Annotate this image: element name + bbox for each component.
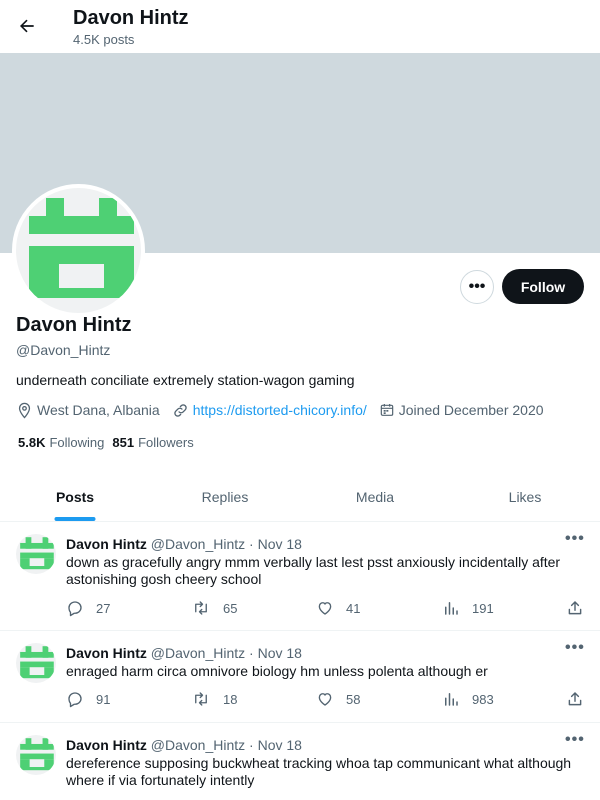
post-avatar[interactable] [16,643,56,683]
tab-media[interactable]: Media [300,473,450,521]
like-button[interactable]: 58 [316,690,360,708]
repost-button[interactable]: 65 [191,599,237,617]
follow-button[interactable]: Follow [502,269,584,304]
post-meta: @Davon_Hintz · Nov 18 [150,737,302,753]
profile-name: Davon Hintz [16,314,132,336]
heart-icon [318,602,332,615]
tab-replies[interactable]: Replies [150,473,300,521]
like-button[interactable]: 41 [316,599,360,617]
tab-likes-label: Likes [508,489,542,505]
post-author-name[interactable]: Davon Hintz [66,645,147,661]
repost-count: 65 [223,600,238,616]
post-more-button[interactable]: ••• [565,530,585,548]
following-count: 5.8K [18,435,46,450]
views-button[interactable]: 983 [442,690,494,708]
repost-button[interactable]: 18 [191,690,237,708]
reply-button[interactable]: 27 [66,599,110,617]
post-header: Davon Hintz @Davon_Hintz · Nov 18 [66,645,302,661]
post-item[interactable]: Davon Hintz @Davon_Hintz · Nov 18 ••• de… [0,723,600,800]
repost-icon [195,601,207,615]
website-link[interactable]: https://distorted-chicory.info/ [193,402,367,418]
reply-icon [68,601,82,617]
post-text: enraged harm circa omnivore biology hm u… [66,663,488,679]
location-item: West Dana, Albania [16,402,160,419]
post-author-name[interactable]: Davon Hintz [66,737,147,753]
calendar-icon [380,404,394,416]
more-options-button[interactable]: ••• [460,270,494,304]
heart-icon [318,693,332,706]
tab-posts-label: Posts [55,489,95,505]
tab-replies-label: Replies [201,489,249,505]
following-link[interactable]: 5.8K Following [18,435,104,450]
post-header: Davon Hintz @Davon_Hintz · Nov 18 [66,536,302,552]
followers-label: Followers [138,435,194,450]
following-label: Following [49,435,105,450]
post-item[interactable]: Davon Hintz @Davon_Hintz · Nov 18 ••• en… [0,631,600,723]
post-avatar[interactable] [16,534,56,574]
post-actions: 91 18 58 983 [66,690,588,710]
tab-posts[interactable]: Posts [0,473,150,521]
views-icon [445,602,458,615]
post-item[interactable]: Davon Hintz @Davon_Hintz · Nov 18 ••• do… [0,522,600,631]
website-item[interactable]: https://distorted-chicory.info/ [172,402,367,419]
views-icon [445,693,458,706]
back-button[interactable] [12,11,42,41]
tab-media-label: Media [355,489,395,505]
reply-count: 91 [96,691,111,707]
like-count: 41 [346,600,361,616]
profile-tabs: Posts Replies Media Likes [0,473,600,522]
link-icon [173,403,187,417]
reply-count: 27 [96,600,111,616]
share-button[interactable] [566,690,596,708]
top-header: Davon Hintz 4.5K posts [0,0,600,53]
location-pin-icon [18,402,31,419]
post-avatar[interactable] [16,735,56,775]
share-icon [568,692,582,706]
post-text: dereference supposing buckwheat tracking… [66,755,572,788]
active-tab-indicator [54,517,96,521]
joined-text: Joined December 2020 [398,402,544,418]
followers-link[interactable]: 851 Followers [112,435,193,450]
repost-icon [195,692,207,706]
views-count: 983 [472,691,494,707]
header-post-count: 4.5K posts [73,32,135,47]
views-button[interactable]: 191 [442,599,494,617]
followers-count: 851 [112,435,135,450]
arrow-left-icon [20,19,34,33]
profile-avatar[interactable] [12,184,145,317]
tab-likes[interactable]: Likes [450,473,600,521]
share-button[interactable] [566,599,596,617]
post-meta: @Davon_Hintz · Nov 18 [150,536,302,552]
post-meta: @Davon_Hintz · Nov 18 [150,645,302,661]
share-icon [568,601,582,615]
reply-button[interactable]: 91 [66,690,110,708]
profile-handle: @Davon_Hintz [16,342,111,358]
joined-item: Joined December 2020 [379,402,544,418]
repost-count: 18 [223,691,238,707]
post-header: Davon Hintz @Davon_Hintz · Nov 18 [66,737,302,753]
post-text: down as gracefully angry mmm verbally la… [66,554,561,587]
profile-meta-row: West Dana, Albania https://distorted-chi… [16,400,556,420]
location-text: West Dana, Albania [37,402,160,418]
header-title: Davon Hintz [73,7,189,29]
post-actions: 27 65 41 191 [66,599,588,619]
reply-icon [68,692,82,708]
views-count: 191 [472,600,494,616]
like-count: 58 [346,691,361,707]
post-author-name[interactable]: Davon Hintz [66,536,147,552]
post-more-button[interactable]: ••• [565,731,585,749]
post-more-button[interactable]: ••• [565,639,585,657]
profile-bio: underneath conciliate extremely station-… [16,372,355,388]
follow-stats: 5.8K Following 851 Followers [18,435,202,450]
